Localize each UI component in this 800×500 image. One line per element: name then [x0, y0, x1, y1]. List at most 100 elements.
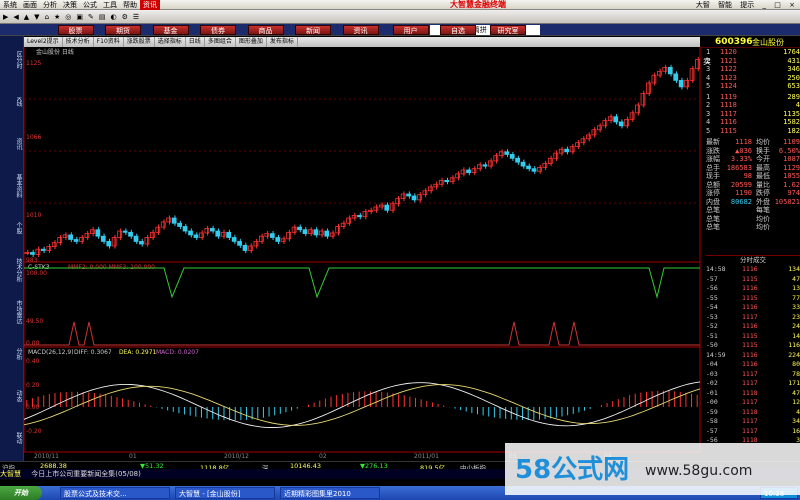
toolbar-icon-7[interactable]: ▣ [74, 10, 85, 24]
chart-tool-5[interactable]: 日线 [186, 37, 205, 47]
taskbar-item-1[interactable]: 股票公式及技术交... [60, 487, 170, 499]
menu-item-0[interactable]: 系统 [0, 0, 20, 10]
nav-tab-9[interactable]: 研究室 [490, 25, 526, 35]
status-news[interactable]: 今日上市公司重要新闻全集(05/08) [31, 470, 141, 478]
toolbar-icon-1[interactable]: ◀ [11, 10, 20, 24]
tick-time: 14:59 [706, 350, 726, 359]
chart-tool-1[interactable]: 技术分析 [63, 37, 94, 47]
menu-item-3[interactable]: 决策 [60, 0, 80, 10]
candle [231, 237, 237, 242]
menu-item-2[interactable]: 分析 [40, 0, 60, 10]
nav-tab-1[interactable]: 期货 [105, 25, 141, 35]
candle [220, 231, 226, 237]
sidebar-item-2[interactable]: 资讯 [1, 124, 22, 164]
toolbar-icon-0[interactable]: ▶ [1, 10, 10, 24]
candle [547, 157, 553, 164]
toolbar-icon-10[interactable]: ◐ [109, 10, 119, 24]
minimize-icon[interactable]: _ [760, 0, 770, 10]
taskbar-item-3[interactable]: 近期精彩图集里2010 [280, 487, 380, 499]
tick-row: -00 1117 12 [706, 398, 800, 406]
toolbar-icon-8[interactable]: ✎ [86, 10, 96, 24]
sidebar-item-3[interactable]: 基本资料 [1, 166, 22, 206]
sidebar-item-5[interactable]: 技术分析 [1, 250, 22, 290]
candle [177, 222, 182, 227]
tick-time: -54 [706, 303, 718, 311]
stat-value: 105021 [774, 197, 800, 206]
chart-tool-0[interactable]: Level2提示 [24, 37, 63, 47]
menu-item-6[interactable]: 帮助 [120, 0, 140, 10]
candle [591, 129, 597, 136]
sidebar-item-0[interactable]: 区分时 [1, 40, 22, 80]
sidebar-item-1[interactable]: K线 [1, 82, 22, 122]
toolbar-icon-12[interactable]: ☰ [131, 10, 141, 24]
toolbar-icon-5[interactable]: ★ [52, 10, 62, 24]
macd-dea: DEA: 0.2971 [119, 349, 157, 356]
tick-row: -58 1117 34 [706, 417, 800, 425]
nav-tab-6[interactable]: 资讯 [342, 25, 379, 35]
stat-label: 换手 [756, 146, 770, 155]
tick-time: -53 [706, 312, 718, 321]
nav-tab-7[interactable]: 用户 [392, 25, 429, 35]
toolbar-icon-9[interactable]: ▤ [97, 10, 108, 24]
chart-tool-4[interactable]: 选择指标 [155, 37, 186, 47]
candle [428, 186, 433, 192]
nav-tab-3[interactable]: 债券 [200, 25, 236, 35]
toolbar-icon-11[interactable]: ⚙ [120, 10, 130, 24]
date-label: 01 [129, 453, 137, 460]
chart-area[interactable]: 112510661010983金山股份 日线C-STK3 MMF2: 0.000 … [24, 47, 706, 461]
nav-bar: 代码/名称/简拼 股票期货基金债券商品新闻资讯用户自选研究室 [0, 24, 800, 36]
candle [291, 226, 297, 233]
nav-tab-2[interactable]: 基金 [152, 25, 189, 35]
chart-tool-2[interactable]: F10资料 [94, 37, 124, 47]
chart-tool-3[interactable]: 涨跌股票 [124, 37, 155, 47]
toolbar-icon-6[interactable]: ◎ [63, 10, 73, 24]
candle [144, 237, 150, 245]
candle [460, 169, 466, 175]
sidebar-item-8[interactable]: 动态 [1, 376, 22, 416]
candle [351, 215, 357, 219]
tick-volume: 34 [792, 417, 800, 425]
menubar-right-1[interactable]: 大智 [693, 0, 713, 10]
toolbar-icon-2[interactable]: ▲ [22, 10, 31, 24]
sidebar-item-4[interactable]: 个股 [1, 208, 22, 248]
menu-item-1[interactable]: 画面 [20, 0, 40, 10]
menu-item-5[interactable]: 工具 [100, 0, 120, 10]
nav-tab-8[interactable]: 自选 [440, 25, 476, 35]
tick-time: -00 [706, 398, 718, 406]
nav-tab-5[interactable]: 新闻 [295, 25, 331, 35]
chart-tool-8[interactable]: 发布指标 [267, 37, 298, 47]
date-label: 2011/01 [414, 453, 439, 460]
menubar-right-3[interactable]: 提示 [737, 0, 757, 10]
stock-code: 600396 [715, 37, 753, 47]
candle [84, 233, 90, 238]
macd-axis-label: 0.20 [26, 382, 40, 389]
sidebar-item-6[interactable]: 市场雷达 [1, 292, 22, 332]
chart-subtitle: 金山股份 日线 [36, 48, 74, 56]
nav-tab-4[interactable]: 商品 [247, 25, 284, 35]
maximize-icon[interactable]: □ [771, 0, 784, 10]
taskbar-item-2[interactable]: 大智慧 - [金山股份] [175, 487, 275, 499]
sidebar-item-9[interactable]: 联动 [1, 418, 22, 458]
nav-tab-0[interactable]: 股票 [57, 25, 94, 35]
menu-item-4[interactable]: 公式 [80, 0, 100, 10]
tick-time: -56 [706, 284, 718, 292]
candle [368, 209, 373, 212]
chart-tool-6[interactable]: 多图组合 [205, 37, 236, 47]
tick-row: 14:58 1116 134 [706, 265, 800, 273]
sidebar-item-7[interactable]: 分析 [1, 334, 22, 374]
menubar-right-2[interactable]: 智能 [715, 0, 735, 10]
start-button[interactable]: 开始 [0, 486, 42, 500]
stat-label: 跌停 [756, 189, 770, 197]
ask-level: 4 [706, 73, 711, 82]
macd-axis-label: 0.40 [26, 358, 40, 365]
ask-volume: 1764 [783, 48, 800, 56]
tick-row: 14:59 1116 224 [706, 351, 800, 359]
toolbar-icon-4[interactable]: ⌂ [43, 10, 51, 24]
candle [406, 193, 411, 197]
toolbar-icon-3[interactable]: ▼ [32, 10, 41, 24]
menu-item-7[interactable]: 资讯 [140, 0, 160, 10]
candle [487, 160, 493, 167]
tick-price: 1117 [742, 379, 758, 387]
close-icon[interactable]: × [786, 0, 798, 10]
chart-tool-7[interactable]: 图形叠加 [236, 37, 267, 47]
